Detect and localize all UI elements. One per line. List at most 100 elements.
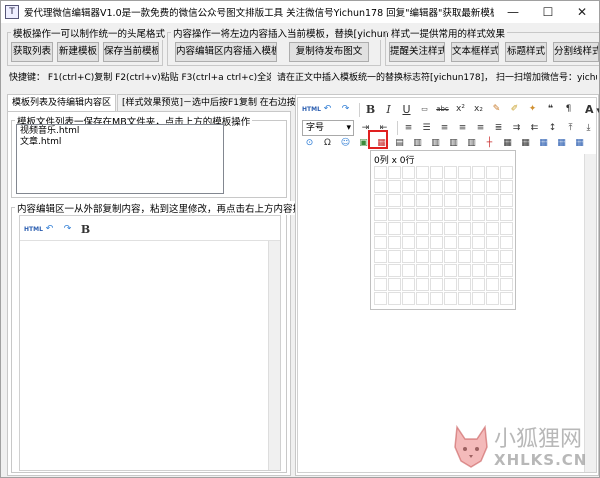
table-grid-cell[interactable] [444,222,457,235]
title-style-button[interactable]: 标题样式 [505,42,547,62]
eraser-icon[interactable]: ✎ [489,102,504,117]
undo-icon[interactable]: ↶ [42,222,57,237]
list-item[interactable]: 视频音乐.html [20,126,220,137]
table-grid-cell[interactable] [472,236,485,249]
underline-icon[interactable]: U [399,102,414,117]
table-grid-cell[interactable] [444,180,457,193]
maximize-icon[interactable]: ☐ [531,1,565,23]
html-source-icon[interactable]: HTML [24,222,43,237]
table-grid-cell[interactable] [458,236,471,249]
table-grid-cell[interactable] [444,278,457,291]
split-cols-icon[interactable]: ▦ [572,136,587,151]
table-grid-cell[interactable] [472,208,485,221]
textbox-style-button[interactable]: 文本框样式 [451,42,499,62]
table-grid-cell[interactable] [486,208,499,221]
table-grid-cell[interactable] [416,250,429,263]
table-grid-cell[interactable] [444,166,457,179]
special-char-icon[interactable]: Ω [320,136,335,151]
divider-style-button[interactable]: 分割线样式 [553,42,599,62]
redo-icon[interactable]: ↷ [60,222,75,237]
table-grid-cell[interactable] [500,264,513,277]
table-grid-cell[interactable] [416,222,429,235]
table-grid-cell[interactable] [402,264,415,277]
row-spacing-bottom-icon[interactable]: ⤓ [581,121,596,136]
insert-content-button[interactable]: 内容编辑区内容插入模板 [175,42,277,62]
left-editor-scrollbar[interactable] [268,241,280,470]
get-list-button[interactable]: 获取列表 [11,42,53,62]
table-grid-cell[interactable] [472,222,485,235]
table-grid-cell[interactable] [486,236,499,249]
table-grid-cell[interactable] [500,180,513,193]
table-grid-cell[interactable] [500,236,513,249]
split-cell-icon[interactable]: ┼ [482,136,497,151]
table-grid-cell[interactable] [472,250,485,263]
row-spacing-top-icon[interactable]: ⤒ [563,121,578,136]
tab-template-list[interactable]: 模板列表及待编辑内容区 [7,94,117,112]
line-height-icon[interactable]: ↕ [545,121,560,136]
split-rows-icon[interactable]: ▦ [554,136,569,151]
table-grid-cell[interactable] [472,264,485,277]
table-grid-cell[interactable] [374,180,387,193]
table-grid-cell[interactable] [374,236,387,249]
file-listbox[interactable]: 视频音乐.html 文章.html [16,124,224,194]
table-grid-cell[interactable] [458,292,471,305]
subscript-icon[interactable]: x₂ [471,102,486,117]
table-grid-cell[interactable] [416,278,429,291]
save-template-button[interactable]: 保存当前模板 [103,42,159,62]
table-grid-cell[interactable] [416,166,429,179]
table-grid-cell[interactable] [486,222,499,235]
table-grid-cell[interactable] [444,194,457,207]
table-grid-cell[interactable] [430,166,443,179]
delete-row-icon[interactable]: ▥ [428,136,443,151]
table-grid-cell[interactable] [402,292,415,305]
insert-row-icon[interactable]: ▥ [410,136,425,151]
blockquote-icon[interactable]: ❝ [543,102,558,117]
table-grid-cell[interactable] [374,278,387,291]
table-grid-cell[interactable] [444,208,457,221]
table-grid-cell[interactable] [402,222,415,235]
table-grid-cell[interactable] [416,194,429,207]
follow-style-button[interactable]: 提醒关注样式 [389,42,445,62]
table-grid-cell[interactable] [486,166,499,179]
table-grid-cell[interactable] [430,264,443,277]
merge-down-icon[interactable]: ▦ [536,136,551,151]
table-grid-cell[interactable] [374,208,387,221]
table-grid-cell[interactable] [486,250,499,263]
anchor-icon[interactable]: ⊙ [302,136,317,151]
table-grid-cell[interactable] [458,194,471,207]
table-grid-cell[interactable] [430,208,443,221]
table-grid-cell[interactable] [374,292,387,305]
table-grid-cell[interactable] [388,292,401,305]
border-icon[interactable]: ▭ [417,102,432,117]
strikethrough-icon[interactable]: abc [435,102,450,117]
table-grid-cell[interactable] [374,194,387,207]
merge-right-icon[interactable]: ▦ [518,136,533,151]
undo-icon[interactable]: ↶ [320,102,335,117]
format-brush-icon[interactable]: ✐ [507,102,522,117]
table-grid[interactable] [374,166,513,305]
ordered-list-icon[interactable]: ≡ [401,121,416,136]
delete-col-icon[interactable]: ▥ [464,136,479,151]
table-grid-cell[interactable] [388,278,401,291]
table-grid-cell[interactable] [458,222,471,235]
font-size-select[interactable]: 字号 ▾ [302,120,354,136]
table-grid-cell[interactable] [430,292,443,305]
indent-icon[interactable]: ⇉ [509,121,524,136]
table-grid-cell[interactable] [416,236,429,249]
table-grid-cell[interactable] [458,264,471,277]
table-grid-cell[interactable] [388,250,401,263]
table-grid-cell[interactable] [374,250,387,263]
left-editor[interactable]: HTML ↶ ↷ B [19,215,281,471]
table-grid-cell[interactable] [486,292,499,305]
table-grid-cell[interactable] [458,278,471,291]
close-icon[interactable]: ✕ [565,1,599,23]
table-grid-cell[interactable] [486,194,499,207]
table-grid-cell[interactable] [416,292,429,305]
new-template-button[interactable]: 新建模板 [57,42,99,62]
table-grid-popup[interactable]: 0列 x 0行 [370,150,516,310]
redo-icon[interactable]: ↷ [338,102,353,117]
table-grid-cell[interactable] [430,222,443,235]
table-grid-cell[interactable] [430,194,443,207]
font-color-icon[interactable]: A ▾ [579,102,599,117]
table-grid-cell[interactable] [416,208,429,221]
